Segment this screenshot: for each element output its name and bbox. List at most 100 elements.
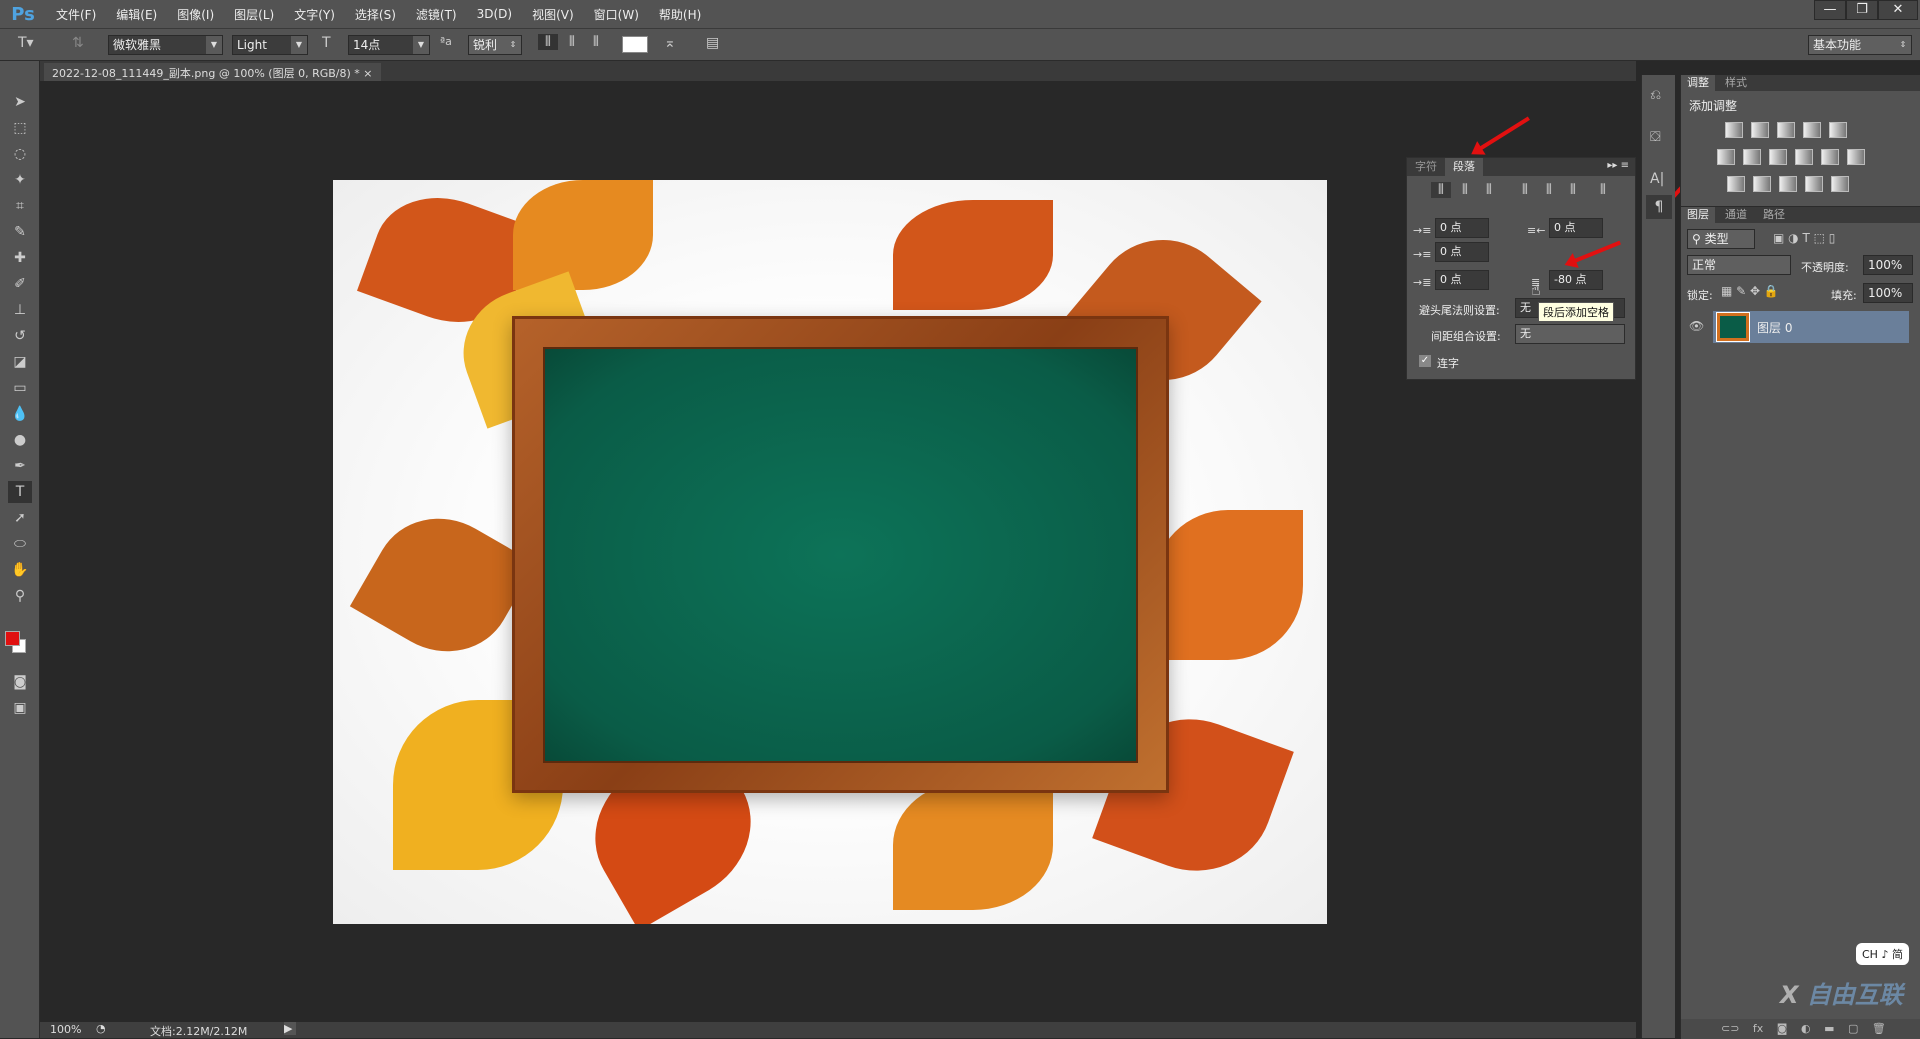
align-left-icon[interactable]: ⫴ (1431, 182, 1451, 198)
blend-mode-select[interactable]: 正常 (1687, 255, 1791, 275)
menu-window[interactable]: 窗口(W) (584, 6, 649, 23)
text-color-swatch[interactable] (622, 36, 648, 53)
justify-last-left-icon[interactable]: ⫴ (1515, 182, 1535, 198)
minimize-button[interactable]: — (1814, 0, 1846, 20)
font-style-select[interactable]: Light ▼ (232, 35, 308, 55)
zoom-tool-icon[interactable]: ⚲ (8, 585, 32, 607)
canvas-image[interactable] (333, 180, 1327, 924)
menu-help[interactable]: 帮助(H) (649, 6, 711, 23)
threshold-icon[interactable] (1779, 176, 1797, 192)
panel-menu-icon[interactable]: ▸▸ ≡ (1607, 160, 1629, 171)
levels-icon[interactable] (1751, 122, 1769, 138)
layers-footer-icons[interactable]: ⊂⊃ fx ◙ ◐ ▬ ▢ 🗑 (1681, 1019, 1920, 1039)
properties-panel-icon[interactable]: ⛋ (1650, 129, 1661, 145)
font-size-select[interactable]: 14点 ▼ (348, 35, 430, 55)
tab-adjustments[interactable]: 调整 (1681, 75, 1715, 91)
align-right-icon[interactable]: ⫴ (586, 34, 606, 50)
invert-icon[interactable] (1727, 176, 1745, 192)
hyphenate-checkbox[interactable]: ✓ (1419, 355, 1431, 367)
space-before-input[interactable]: 0 点 (1435, 270, 1489, 290)
gradient-map-icon[interactable] (1831, 176, 1849, 192)
warp-text-icon[interactable]: ⌅ (664, 35, 676, 51)
lasso-tool-icon[interactable]: ◌ (8, 143, 32, 165)
align-center-icon[interactable]: ⫴ (1455, 182, 1475, 198)
menu-3d[interactable]: 3D(D) (467, 7, 522, 21)
justify-all-icon[interactable]: ⫴ (1593, 182, 1613, 198)
hand-tool-icon[interactable]: ✋ (8, 559, 32, 581)
justify-last-center-icon[interactable]: ⫴ (1539, 182, 1559, 198)
posterize-icon[interactable] (1753, 176, 1771, 192)
font-family-select[interactable]: 微软雅黑 ▼ (108, 35, 223, 55)
tab-paths[interactable]: 路径 (1757, 207, 1791, 223)
workspace-select[interactable]: 基本功能 ⇕ (1808, 35, 1912, 55)
justify-last-right-icon[interactable]: ⫴ (1563, 182, 1583, 198)
lock-icons[interactable]: ▦ ✎ ✥ 🔒 (1721, 284, 1779, 298)
quick-mask-icon[interactable]: ◙ (8, 671, 32, 693)
photo-filter-icon[interactable] (1795, 149, 1813, 165)
indent-left-input[interactable]: 0 点 (1435, 218, 1489, 238)
tab-character[interactable]: 字符 (1407, 158, 1445, 176)
channel-mixer-icon[interactable] (1821, 149, 1839, 165)
fill-input[interactable]: 100% (1863, 283, 1913, 303)
path-selection-icon[interactable]: ➚ (8, 507, 32, 529)
document-tab[interactable]: 2022-12-08_111449_副本.png @ 100% (图层 0, R… (44, 63, 381, 81)
menu-type[interactable]: 文字(Y) (284, 6, 345, 23)
vibrance-icon[interactable] (1829, 122, 1847, 138)
hue-saturation-icon[interactable] (1717, 149, 1735, 165)
layer-row[interactable]: 图层 0 (1713, 311, 1909, 343)
blur-tool-icon[interactable]: 💧 (8, 403, 32, 425)
status-menu-arrow-icon[interactable]: ▶ (284, 1022, 296, 1035)
color-lookup-icon[interactable] (1847, 149, 1865, 165)
menu-image[interactable]: 图像(I) (167, 6, 224, 23)
character-paragraph-panel-icon[interactable]: ▤ (706, 35, 719, 51)
align-left-icon[interactable]: ⫴ (538, 34, 558, 50)
marquee-tool-icon[interactable]: ⬚ (8, 117, 32, 139)
filter-pixel-icon[interactable]: ▣ ◑ T ⬚ ▯ (1773, 231, 1835, 245)
selective-color-icon[interactable] (1805, 176, 1823, 192)
align-right-icon[interactable]: ⫴ (1479, 182, 1499, 198)
exposure-icon[interactable] (1803, 122, 1821, 138)
dodge-tool-icon[interactable]: ● (8, 429, 32, 451)
menu-filter[interactable]: 滤镜(T) (406, 6, 467, 23)
close-tab-icon[interactable]: × (363, 67, 372, 80)
align-center-icon[interactable]: ⫴ (562, 34, 582, 50)
indent-right-input[interactable]: 0 点 (1549, 218, 1603, 238)
magic-wand-icon[interactable]: ✦ (8, 169, 32, 191)
tab-layers[interactable]: 图层 (1681, 207, 1715, 223)
screen-mode-icon[interactable]: ▣ (8, 697, 32, 719)
move-tool-icon[interactable]: ➤ (8, 91, 32, 113)
menu-edit[interactable]: 编辑(E) (106, 6, 167, 23)
toggle-text-orientation-icon[interactable]: ⇅ (72, 35, 84, 51)
menu-view[interactable]: 视图(V) (522, 6, 584, 23)
paragraph-panel-icon[interactable]: ¶ (1646, 195, 1672, 219)
status-info-icon[interactable]: ◔ (96, 1022, 106, 1035)
character-panel-icon[interactable]: A| (1650, 171, 1664, 187)
menu-file[interactable]: 文件(F) (46, 6, 106, 23)
history-panel-icon[interactable]: ⎌ (1650, 87, 1661, 103)
brightness-icon[interactable] (1725, 122, 1743, 138)
menu-select[interactable]: 选择(S) (345, 6, 406, 23)
eyedropper-icon[interactable]: ✎ (8, 221, 32, 243)
space-after-input[interactable]: -80 点 (1549, 270, 1603, 290)
ime-indicator[interactable]: CH ♪ 简 (1856, 943, 1909, 965)
pen-tool-icon[interactable]: ✒ (8, 455, 32, 477)
eraser-icon[interactable]: ◪ (8, 351, 32, 373)
tab-styles[interactable]: 样式 (1719, 75, 1753, 91)
gradient-tool-icon[interactable]: ▭ (8, 377, 32, 399)
mojikumi-select[interactable]: 无 (1515, 324, 1625, 344)
brush-tool-icon[interactable]: ✐ (8, 273, 32, 295)
visibility-eye-icon[interactable]: 👁 (1689, 319, 1704, 333)
foreground-color-swatch[interactable] (5, 631, 20, 646)
layer-filter-select[interactable]: ⚲ 类型 (1687, 229, 1755, 249)
ellipse-tool-icon[interactable]: ⬭ (8, 533, 32, 555)
crop-tool-icon[interactable]: ⌗ (8, 195, 32, 217)
type-tool-preset-icon[interactable]: T▾ (18, 35, 34, 51)
stamp-tool-icon[interactable]: ⊥ (8, 299, 32, 321)
opacity-input[interactable]: 100% (1863, 255, 1913, 275)
black-white-icon[interactable] (1769, 149, 1787, 165)
curves-icon[interactable] (1777, 122, 1795, 138)
zoom-level[interactable]: 100% (50, 1023, 81, 1036)
history-brush-icon[interactable]: ↺ (8, 325, 32, 347)
color-balance-icon[interactable] (1743, 149, 1761, 165)
type-tool-icon[interactable]: T (8, 481, 32, 503)
